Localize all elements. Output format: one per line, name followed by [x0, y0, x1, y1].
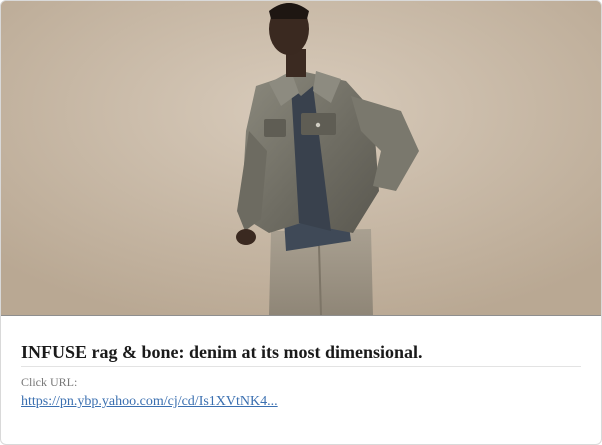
- ad-content: INFUSE rag & bone: denim at its most dim…: [21, 317, 581, 411]
- ad-card: INFUSE rag & bone: denim at its most dim…: [0, 0, 602, 445]
- hero-divider: [1, 315, 601, 316]
- model-photo-illustration: [1, 1, 601, 315]
- click-url-label: Click URL:: [21, 375, 78, 389]
- ad-hero-image[interactable]: [1, 1, 601, 315]
- click-url-link[interactable]: https://pn.ybp.yahoo.com/cj/cd/Is1XVtNK4…: [21, 393, 278, 411]
- ad-title: INFUSE rag & bone: denim at its most dim…: [21, 341, 581, 367]
